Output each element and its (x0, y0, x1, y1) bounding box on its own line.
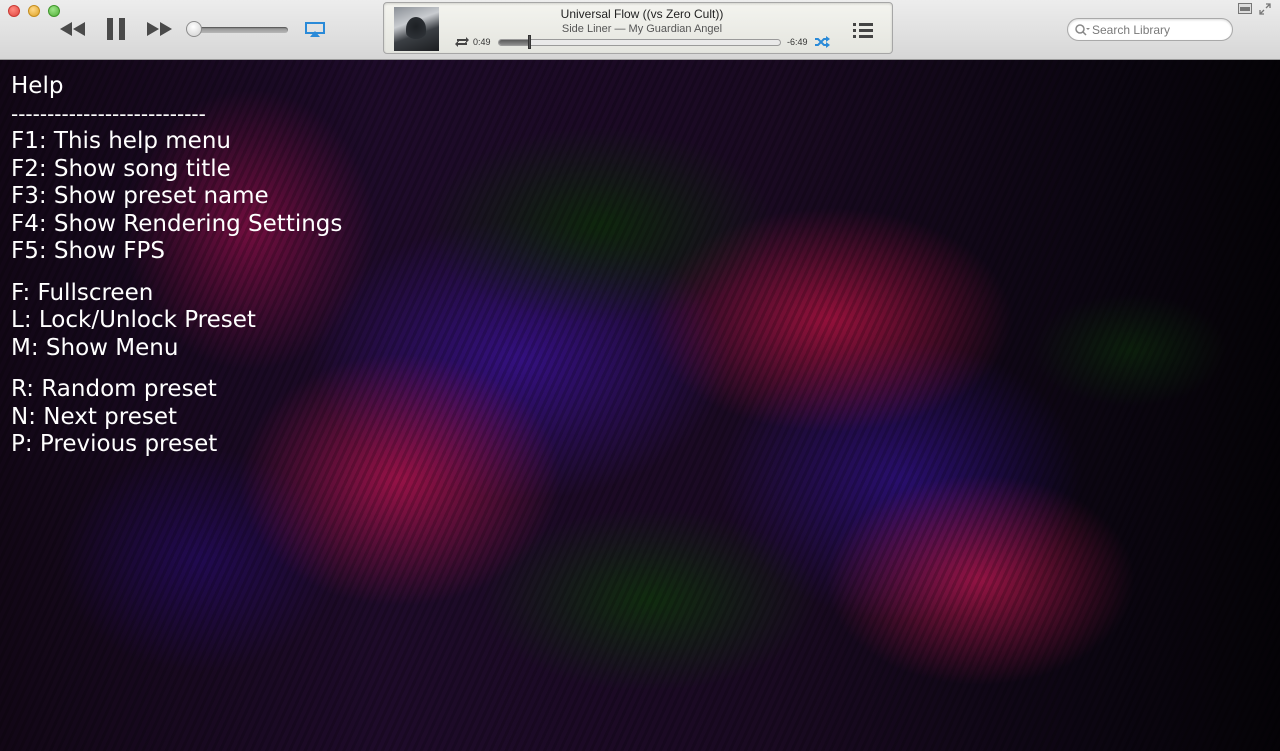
help-line: P: Previous preset (11, 431, 218, 457)
volume-slider-knob[interactable] (186, 21, 202, 37)
close-window-button[interactable] (8, 5, 20, 17)
fullscreen-icon[interactable] (1259, 3, 1271, 15)
repeat-icon[interactable] (454, 36, 470, 48)
volume-slider[interactable] (190, 27, 288, 33)
next-track-button[interactable] (144, 18, 174, 40)
help-title: Help (11, 73, 64, 99)
up-next-list-icon[interactable] (852, 21, 874, 39)
search-input[interactable] (1092, 21, 1227, 38)
search-library-field[interactable] (1067, 18, 1233, 41)
song-title: Universal Flow ((vs Zero Cult)) (560, 7, 724, 21)
help-divider: --------------------------- (11, 101, 206, 126)
help-line: R: Random preset (11, 376, 217, 402)
search-icon (1075, 24, 1090, 36)
itunes-window: Universal Flow ((vs Zero Cult)) Side Lin… (0, 0, 1280, 751)
help-line: F: Fullscreen (11, 279, 154, 306)
visualizer[interactable]: Help --------------------------- F1: Thi… (0, 60, 1280, 751)
help-line: M: Show Menu (11, 334, 179, 361)
zoom-window-button[interactable] (48, 5, 60, 17)
now-playing-display: Universal Flow ((vs Zero Cult)) Side Lin… (383, 2, 893, 54)
elapsed-time: 0:49 (473, 37, 491, 47)
help-line: N: Next preset (11, 403, 178, 430)
toolbar: Universal Flow ((vs Zero Cult)) Side Lin… (0, 0, 1280, 60)
help-line: F4: Show Rendering Settings (11, 210, 343, 237)
playhead[interactable] (528, 35, 532, 49)
minimize-window-button[interactable] (28, 5, 40, 17)
airplay-button[interactable] (304, 21, 326, 39)
progress-fill (499, 40, 530, 45)
play-pause-button[interactable] (103, 16, 129, 42)
help-line: L: Lock/Unlock Preset (11, 307, 256, 333)
help-line: F1: This help menu (11, 128, 231, 154)
rewind-icon (60, 22, 85, 36)
progress-bar[interactable] (498, 39, 781, 46)
previous-track-button[interactable] (58, 18, 88, 40)
album-artwork[interactable] (394, 7, 439, 51)
fast-forward-icon (147, 22, 172, 36)
artist-album[interactable]: Side Liner — My Guardian Angel (444, 23, 840, 35)
shuffle-icon[interactable] (814, 36, 830, 48)
mini-player-icon[interactable] (1238, 3, 1252, 14)
help-overlay: Help --------------------------- F1: Thi… (11, 73, 342, 459)
help-line: F2: Show song title (11, 155, 231, 182)
airplay-icon (305, 22, 325, 37)
help-line: F5: Show FPS (11, 238, 165, 264)
pause-icon (107, 18, 125, 40)
help-line: F3: Show preset name (11, 183, 269, 209)
remaining-time: -6:49 (787, 37, 808, 47)
